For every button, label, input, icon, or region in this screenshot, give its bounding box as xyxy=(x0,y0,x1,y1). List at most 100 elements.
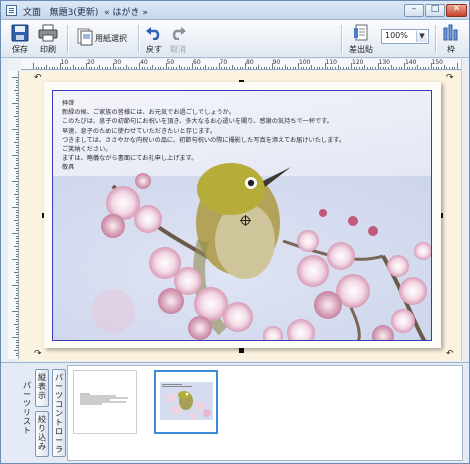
ruler-tick xyxy=(16,204,18,206)
ruler-tick xyxy=(136,67,138,69)
ruler-tick xyxy=(260,67,262,69)
ruler-tick xyxy=(16,316,18,318)
ruler-tick xyxy=(422,67,424,69)
ruler-tick xyxy=(160,67,162,69)
sender-icon xyxy=(354,24,368,41)
ruler-tick xyxy=(14,272,18,273)
ruler-label: 140 xyxy=(405,59,417,66)
ruler-tick xyxy=(12,259,18,260)
ruler-tick xyxy=(457,63,458,69)
ruler-tick xyxy=(16,212,18,214)
ruler-tick xyxy=(409,67,411,69)
ruler-tick xyxy=(234,67,236,69)
ruler-tick xyxy=(125,65,127,69)
frame-label: 枠 xyxy=(447,45,455,54)
rotate-handle-icon[interactable]: ↷ xyxy=(446,73,454,83)
maximize-button[interactable]: □ xyxy=(425,4,445,17)
ruler-tick xyxy=(16,256,18,258)
rotate-handle-icon[interactable]: ↷ xyxy=(34,349,42,359)
ruler-tick xyxy=(16,253,18,255)
sender-button[interactable]: 差出貼 xyxy=(346,22,376,56)
app-window: 文面 無題3(更新) « はがき » – □ ✕ 保存 印刷 用紙選択 戻す 取… xyxy=(0,0,470,464)
ruler-tick xyxy=(284,65,286,69)
parts-controller-button[interactable]: パーツコントローラ xyxy=(52,369,66,457)
design-canvas[interactable]: ↶ ↷ ↷ ↶ 拝啓 新緑の候、ご家族の皆様には、お元気でお過ごしでしょうか。 … xyxy=(20,71,461,361)
ruler-label: 90 xyxy=(272,59,281,66)
ruler-label: 70 xyxy=(219,59,228,66)
rotate-handle-icon[interactable]: ↶ xyxy=(446,349,454,359)
ruler-tick xyxy=(16,113,18,115)
ruler-tick xyxy=(16,147,18,149)
ruler-tick xyxy=(258,65,260,69)
ruler-tick xyxy=(313,67,315,69)
ruler-tick xyxy=(16,326,18,328)
ruler-tick xyxy=(93,67,95,69)
ruler-tick xyxy=(16,217,18,219)
vertical-view-button[interactable]: 縦表示 xyxy=(35,369,49,407)
minimize-button[interactable]: – xyxy=(404,4,424,17)
part-thumbnail-text[interactable] xyxy=(73,370,137,434)
ruler-tick xyxy=(16,123,18,125)
ruler-tick xyxy=(401,67,403,69)
ruler-tick xyxy=(67,67,69,69)
parts-list-area[interactable] xyxy=(67,365,463,461)
center-crosshair-icon[interactable] xyxy=(240,215,251,226)
ruler-tick xyxy=(38,67,40,69)
title-bar: 文面 無題3(更新) « はがき » – □ ✕ xyxy=(1,1,469,20)
ruler-tick xyxy=(12,181,18,182)
letter-text-box[interactable]: 拝啓 新緑の候、ご家族の皆様には、お元気でお過ごしでしょうか。 このたびは、息子… xyxy=(62,99,422,173)
vertical-scrollbar[interactable] xyxy=(461,59,469,361)
resize-handle[interactable] xyxy=(239,348,244,353)
ruler-tick xyxy=(425,67,427,69)
ruler-tick xyxy=(12,233,18,234)
ruler-tick xyxy=(327,67,329,69)
ruler-tick xyxy=(152,65,154,69)
frame-button[interactable]: 枠 xyxy=(440,22,462,56)
rotate-handle-icon[interactable]: ↶ xyxy=(34,73,42,83)
ruler-tick xyxy=(16,300,18,302)
ruler-tick xyxy=(16,105,18,107)
toolbar-separator xyxy=(435,25,436,53)
ruler-tick xyxy=(16,334,18,336)
ruler-tick xyxy=(366,67,368,69)
ruler-tick xyxy=(99,65,101,69)
ruler-tick xyxy=(231,65,233,69)
ruler-tick xyxy=(16,186,18,188)
save-button[interactable]: 保存 xyxy=(7,22,33,56)
ruler-tick xyxy=(16,118,18,120)
ruler-tick xyxy=(215,67,217,69)
letter-line: 敬具 xyxy=(62,164,75,172)
letter-line: 早速、息子のために使わせていただきたいと存じます。 xyxy=(62,127,217,135)
ruler-corner xyxy=(8,59,21,71)
toolbar-separator xyxy=(341,25,342,53)
ruler-tick xyxy=(16,243,18,245)
photo-frame[interactable]: 拝啓 新緑の候、ご家族の皆様には、お元気でお過ごしでしょうか。 このたびは、息子… xyxy=(52,90,432,341)
ruler-tick xyxy=(16,308,18,310)
part-thumbnail-photo[interactable] xyxy=(154,370,218,434)
undo-button[interactable]: 戻す xyxy=(143,22,165,56)
narrow-down-button[interactable]: 絞り込み xyxy=(35,411,49,457)
ruler-tick xyxy=(16,287,18,289)
ruler-tick xyxy=(380,67,382,69)
zoom-select[interactable]: 100% ▼ xyxy=(381,29,429,44)
ruler-tick xyxy=(292,67,294,69)
ruler-tick xyxy=(14,246,18,247)
ruler-tick xyxy=(133,67,135,69)
ruler-tick xyxy=(345,67,347,69)
ruler-tick xyxy=(14,220,18,221)
ruler-tick xyxy=(396,67,398,69)
ruler-tick xyxy=(16,170,18,172)
ruler-tick xyxy=(14,350,18,351)
paper-select-button[interactable]: 用紙選択 xyxy=(73,22,133,56)
undo-icon xyxy=(146,27,160,40)
ruler-tick xyxy=(16,214,18,216)
redo-button[interactable]: 取消 xyxy=(167,22,189,56)
ruler-tick xyxy=(16,188,18,190)
ruler-tick xyxy=(449,67,451,69)
ruler-tick xyxy=(398,67,400,69)
ruler-label: 80 xyxy=(246,59,254,66)
print-button[interactable]: 印刷 xyxy=(35,22,61,56)
ruler-tick xyxy=(16,175,18,177)
ruler-tick xyxy=(16,222,18,224)
close-button[interactable]: ✕ xyxy=(446,4,467,17)
